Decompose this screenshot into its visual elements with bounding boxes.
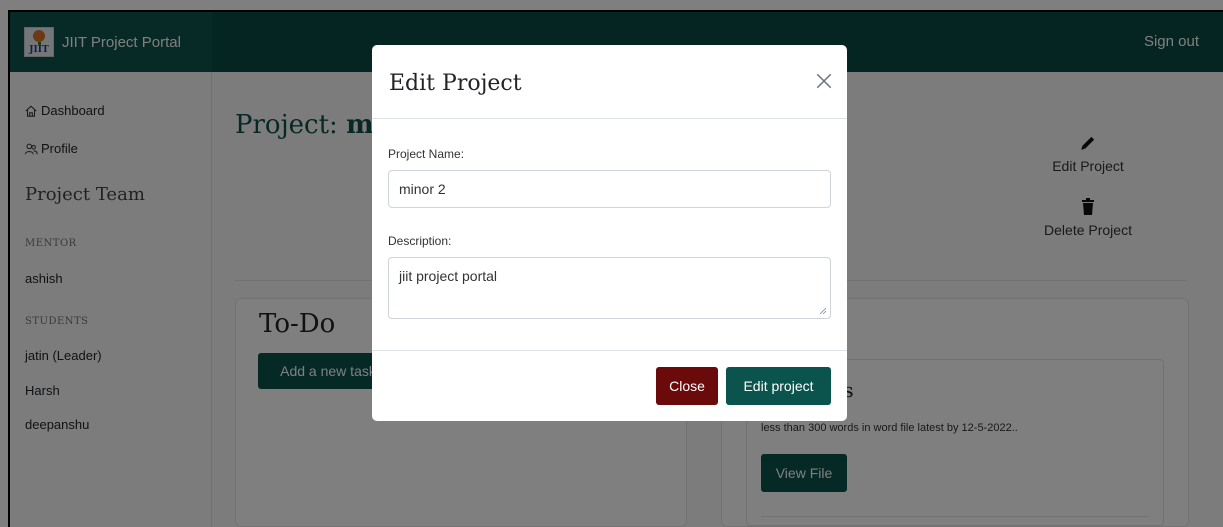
description-label: Description:	[388, 234, 452, 248]
description-text: jiit project portal	[399, 268, 498, 284]
project-name-label: Project Name:	[388, 147, 465, 161]
edit-project-button[interactable]: Edit project	[726, 367, 831, 405]
close-icon[interactable]	[815, 72, 833, 90]
modal-header: Edit Project	[372, 45, 847, 119]
description-textarea[interactable]: jiit project portal	[388, 257, 831, 319]
edit-project-modal: Edit Project Project Name: minor 2 Descr…	[372, 45, 847, 421]
resize-handle-icon[interactable]	[819, 307, 827, 315]
project-name-input[interactable]: minor 2	[388, 170, 831, 208]
modal-footer-divider	[372, 350, 847, 351]
modal-title: Edit Project	[389, 71, 522, 96]
close-button[interactable]: Close	[656, 367, 718, 405]
